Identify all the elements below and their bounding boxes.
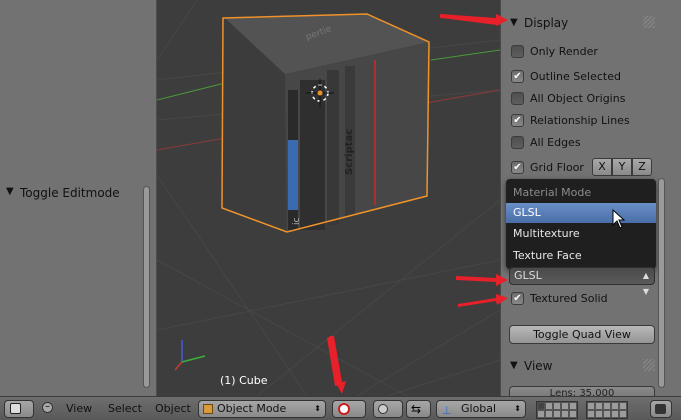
checkbox-box[interactable]: ✔ — [511, 113, 524, 127]
lock-layers-button[interactable] — [650, 400, 672, 418]
menu-view[interactable]: View — [66, 402, 92, 415]
layer-buttons-group-2[interactable] — [586, 401, 628, 419]
toggle-quad-view-button[interactable]: Toggle Quad View — [509, 325, 655, 344]
checkbox-box[interactable]: ✔ — [511, 69, 524, 83]
pivot-point-button[interactable] — [373, 400, 403, 418]
relationship-lines-checkbox[interactable]: ✔ Relationship Lines — [511, 112, 630, 128]
only-render-checkbox[interactable]: Only Render — [511, 43, 598, 59]
3d-view-icon — [10, 403, 21, 414]
collapse-triangle-icon[interactable]: ▼ — [510, 17, 518, 28]
interaction-mode-select[interactable]: Object Mode ⬍ — [198, 400, 326, 418]
cube-icon — [203, 404, 213, 414]
cube-object[interactable]: pertie Scriptac ic — [221, 13, 430, 233]
menu-item-multitexture[interactable]: Multitexture — [506, 224, 656, 244]
viewport-shading-button[interactable] — [332, 400, 366, 418]
material-mode-menu: Material Mode GLSL Multitexture Texture … — [506, 179, 656, 269]
tool-shelf-scrollbar[interactable] — [143, 186, 150, 388]
annotation-arrow-shading — [330, 336, 346, 394]
view-title: View — [524, 359, 553, 373]
checkbox-box[interactable]: ✔ — [511, 291, 524, 305]
axis-gizmo-icon — [174, 340, 206, 371]
display-title: Display — [524, 16, 569, 30]
checkbox-box[interactable] — [511, 91, 524, 105]
shading-icon — [338, 403, 350, 415]
all-object-origins-checkbox[interactable]: All Object Origins — [511, 90, 625, 106]
textured-solid-checkbox[interactable]: ✔ Textured Solid — [511, 290, 608, 306]
checkbox-box[interactable]: ✔ — [511, 160, 524, 174]
updown-arrows-icon: ⬍ — [314, 404, 321, 413]
outline-selected-checkbox[interactable]: ✔ Outline Selected — [511, 68, 621, 84]
layer-buttons-group-1[interactable] — [536, 401, 578, 419]
properties-scrollbar[interactable] — [658, 178, 665, 388]
menu-item-texture-face[interactable]: Texture Face — [506, 246, 656, 266]
lock-icon — [655, 404, 666, 414]
menu-object[interactable]: Object — [155, 402, 191, 415]
material-mode-select[interactable]: GLSL ▲ ▼ — [509, 267, 655, 296]
checkbox-box[interactable] — [511, 135, 524, 149]
collapse-triangle-icon[interactable]: ▼ — [6, 186, 14, 197]
panel-drag-grip-icon[interactable] — [643, 16, 655, 28]
transform-orientation-select[interactable]: ⊥ Global ⬍ — [436, 400, 526, 418]
menu-title: Material Mode — [513, 186, 592, 199]
axis-y-toggle[interactable]: Y — [612, 158, 632, 176]
toggle-editmode-label: Toggle Editmode — [20, 186, 120, 200]
grid-floor-checkbox[interactable]: ✔ Grid Floor — [511, 159, 584, 175]
menu-item-glsl[interactable]: GLSL — [506, 203, 656, 223]
all-edges-checkbox[interactable]: All Edges — [511, 134, 581, 150]
collapse-triangle-icon[interactable]: ▼ — [510, 360, 518, 371]
collapse-menus-icon[interactable]: – — [42, 402, 53, 413]
axis-x-toggle[interactable]: X — [592, 158, 612, 176]
axis-z-toggle[interactable]: Z — [632, 158, 652, 176]
annotation-arrows-panel — [440, 14, 508, 307]
3d-view-header: – View Select Object Object Mode ⬍ ⇆ ⊥ G… — [0, 396, 681, 420]
cube-texture-text-3: ic — [292, 217, 302, 225]
menu-select[interactable]: Select — [108, 402, 142, 415]
cube-texture-text-2: Scriptac — [344, 129, 355, 175]
orientation-axes-icon: ⊥ — [442, 404, 452, 417]
toggle-editmode-header[interactable]: ▼ Toggle Editmode — [0, 183, 142, 203]
checkbox-box[interactable] — [511, 44, 524, 58]
tool-shelf: ▼ Toggle Editmode — [0, 0, 157, 396]
updown-arrows-icon: ⬍ — [514, 404, 521, 413]
pivot-icon — [378, 404, 388, 414]
editor-type-button[interactable] — [4, 400, 34, 418]
panel-drag-grip-icon[interactable] — [643, 359, 655, 371]
manipulator-icon: ⇆ — [411, 402, 422, 416]
updown-arrows-icon: ▲ ▼ — [642, 271, 649, 296]
mouse-cursor-icon — [612, 209, 626, 229]
manipulator-toggle[interactable]: ⇆ — [406, 400, 431, 418]
active-object-label: (1) Cube — [220, 374, 268, 387]
grid-axis-toggle-group: X Y Z — [592, 158, 652, 176]
